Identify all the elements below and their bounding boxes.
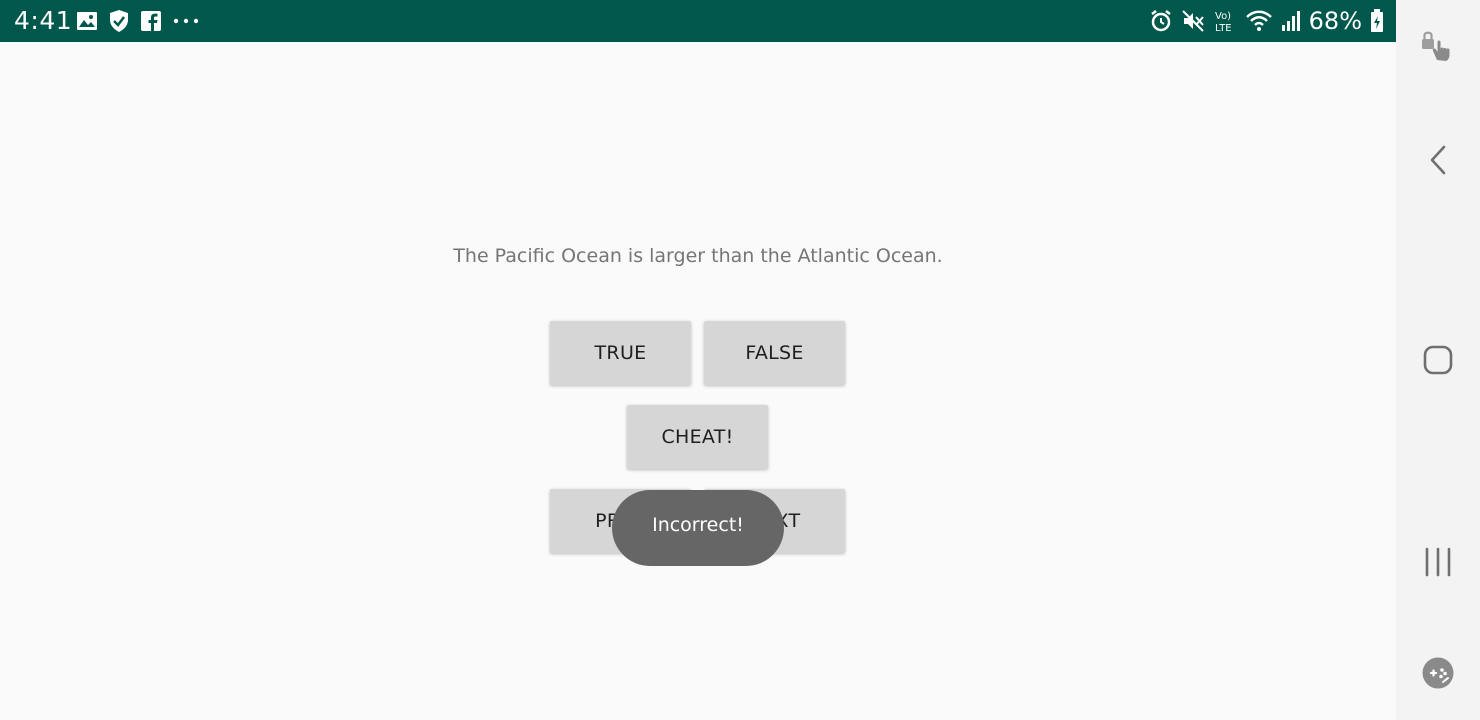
shield-icon bbox=[108, 9, 130, 33]
touch-lock-icon[interactable] bbox=[1396, 26, 1480, 66]
status-time: 4:41 bbox=[14, 6, 73, 35]
battery-percent: 68% bbox=[1308, 7, 1362, 35]
svg-text:Vo): Vo) bbox=[1215, 11, 1231, 22]
status-bar: 4:41 Vo) LTE 68% bbox=[0, 0, 1396, 42]
battery-icon bbox=[1370, 9, 1384, 33]
more-dots-icon bbox=[172, 17, 200, 25]
navigation-bar bbox=[1396, 0, 1480, 720]
true-button[interactable]: TRUE bbox=[550, 321, 691, 385]
incorrect-toast: Incorrect! bbox=[612, 490, 784, 566]
gallery-icon bbox=[76, 11, 98, 31]
quiz-screen: The Pacific Ocean is larger than the Atl… bbox=[0, 42, 1396, 720]
question-text: The Pacific Ocean is larger than the Atl… bbox=[453, 245, 943, 267]
signal-icon bbox=[1281, 10, 1301, 32]
wifi-icon bbox=[1245, 10, 1273, 32]
mute-icon bbox=[1181, 9, 1205, 33]
volte-icon: Vo) LTE bbox=[1213, 8, 1237, 34]
recents-icon[interactable] bbox=[1396, 542, 1480, 582]
alarm-icon bbox=[1149, 9, 1173, 33]
false-button[interactable]: FALSE bbox=[704, 321, 845, 385]
svg-text:LTE: LTE bbox=[1215, 23, 1232, 34]
home-icon[interactable] bbox=[1396, 340, 1480, 380]
facebook-icon bbox=[140, 10, 162, 32]
game-tools-icon[interactable] bbox=[1396, 652, 1480, 694]
cheat-button[interactable]: CHEAT! bbox=[627, 405, 768, 469]
back-icon[interactable] bbox=[1396, 140, 1480, 180]
